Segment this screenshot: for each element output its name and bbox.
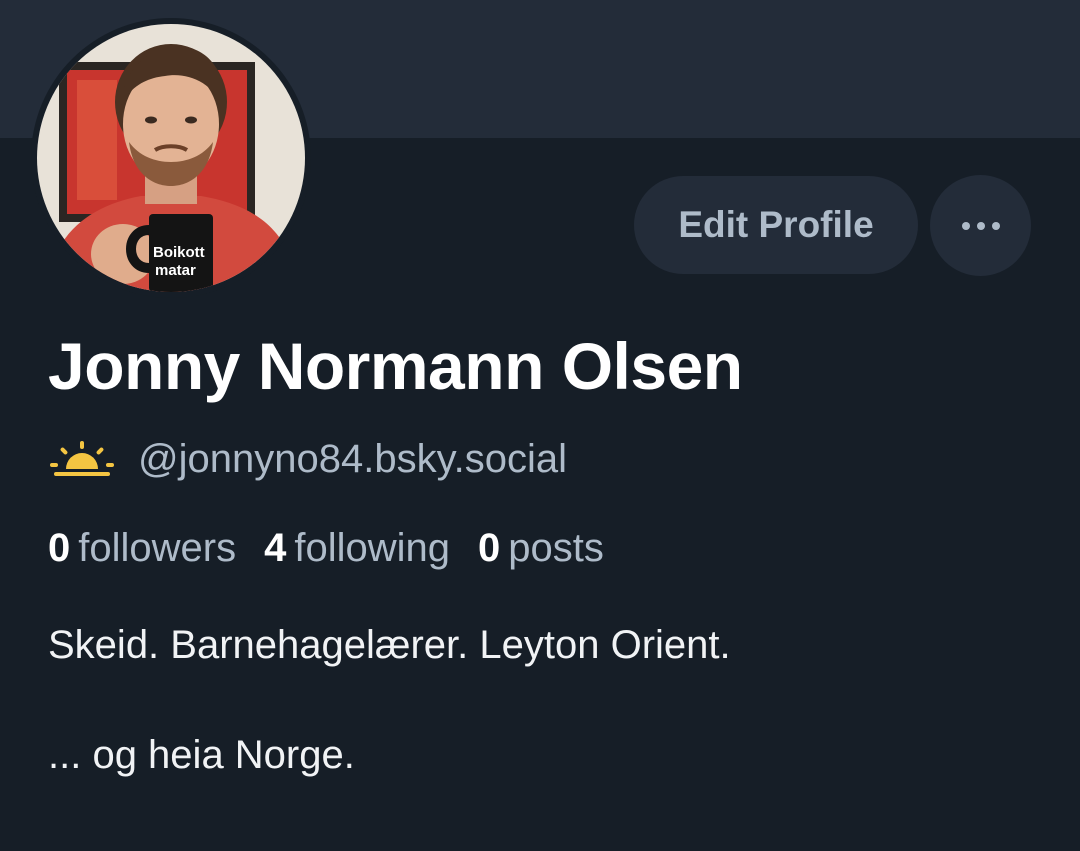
avatar[interactable]: Boikott matar [37, 24, 305, 292]
followers-count: 0 [48, 526, 71, 570]
posts-stat: 0 posts [478, 526, 604, 571]
bio-line-2: ... og heia Norge. [48, 733, 355, 777]
followers-label: followers [78, 526, 237, 570]
following-stat[interactable]: 4 following [264, 526, 450, 571]
more-options-button[interactable] [930, 175, 1031, 276]
user-handle[interactable]: @jonnyno84.bsky.social [138, 437, 567, 482]
edit-profile-button[interactable]: Edit Profile [634, 176, 918, 274]
profile-stats: 0 followers 4 following 0 posts [48, 526, 632, 571]
avatar-ring: Boikott matar [31, 18, 311, 298]
sunrise-icon [50, 441, 114, 476]
ellipsis-icon [961, 221, 970, 230]
mug-text-1: Boikott [153, 244, 205, 261]
ellipsis-icon [991, 221, 1000, 230]
edit-profile-label: Edit Profile [678, 204, 874, 245]
handle-row: @jonnyno84.bsky.social [50, 432, 567, 486]
mug-text-2: matar [155, 262, 196, 279]
bio-line-1: Skeid. Barnehagelærer. Leyton Orient. [48, 623, 731, 667]
avatar-photo: Boikott matar [37, 24, 305, 292]
ellipsis-icon [976, 221, 985, 230]
posts-label: posts [508, 526, 604, 570]
posts-count: 0 [478, 526, 501, 570]
display-name: Jonny Normann Olsen [48, 329, 743, 403]
followers-stat[interactable]: 0 followers [48, 526, 236, 571]
following-count: 4 [264, 526, 287, 570]
following-label: following [294, 526, 450, 570]
